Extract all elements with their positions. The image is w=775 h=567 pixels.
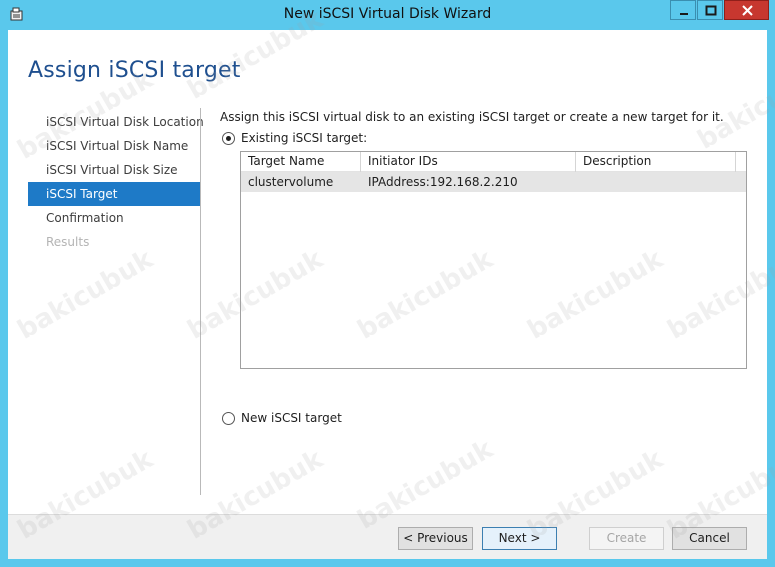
cell-description bbox=[576, 172, 736, 192]
new-target-option[interactable]: New iSCSI target bbox=[222, 411, 342, 425]
previous-button[interactable]: < Previous bbox=[398, 527, 473, 550]
create-button: Create bbox=[589, 527, 664, 550]
nav-step-target[interactable]: iSCSI Target bbox=[28, 182, 200, 206]
maximize-button[interactable] bbox=[697, 0, 723, 20]
nav-step-location[interactable]: iSCSI Virtual Disk Location bbox=[28, 110, 204, 134]
table-row[interactable]: clustervolume IPAddress:192.168.2.210 bbox=[241, 172, 746, 192]
column-initiator-ids[interactable]: Initiator IDs bbox=[361, 152, 576, 172]
nav-divider bbox=[200, 108, 201, 495]
wizard-window: New iSCSI Virtual Disk Wizard Assign iSC… bbox=[0, 0, 775, 567]
maximize-icon bbox=[705, 5, 717, 16]
existing-target-radio[interactable] bbox=[222, 131, 235, 145]
nav-step-size[interactable]: iSCSI Virtual Disk Size bbox=[28, 158, 200, 182]
close-button[interactable] bbox=[724, 0, 769, 20]
title-bar[interactable]: New iSCSI Virtual Disk Wizard bbox=[0, 0, 775, 30]
target-content: Assign this iSCSI virtual disk to an exi… bbox=[220, 110, 750, 425]
minimize-icon bbox=[680, 13, 688, 15]
next-button[interactable]: Next > bbox=[482, 527, 557, 550]
close-icon bbox=[742, 5, 753, 16]
nav-step-confirmation[interactable]: Confirmation bbox=[28, 206, 200, 230]
nav-step-name[interactable]: iSCSI Virtual Disk Name bbox=[28, 134, 200, 158]
existing-target-option[interactable]: Existing iSCSI target: bbox=[222, 131, 367, 145]
wizard-button-bar: < Previous Next > Create Cancel bbox=[8, 514, 767, 559]
nav-step-results: Results bbox=[46, 235, 90, 249]
intro-text: Assign this iSCSI virtual disk to an exi… bbox=[220, 110, 724, 124]
wizard-body: Assign iSCSI target iSCSI Virtual Disk L… bbox=[8, 30, 767, 559]
new-target-radio[interactable] bbox=[222, 411, 235, 425]
cancel-button[interactable]: Cancel bbox=[672, 527, 747, 550]
page-title: Assign iSCSI target bbox=[28, 58, 241, 83]
target-list[interactable]: Target Name Initiator IDs Description cl… bbox=[240, 151, 747, 369]
existing-target-label[interactable]: Existing iSCSI target: bbox=[241, 131, 367, 145]
column-description[interactable]: Description bbox=[576, 152, 736, 172]
target-list-header: Target Name Initiator IDs Description bbox=[241, 152, 746, 172]
cell-target-name: clustervolume bbox=[248, 175, 334, 189]
minimize-button[interactable] bbox=[670, 0, 696, 20]
new-target-label[interactable]: New iSCSI target bbox=[241, 411, 342, 425]
wizard-step-nav: iSCSI Virtual Disk Location iSCSI Virtua… bbox=[28, 110, 204, 254]
column-target-name[interactable]: Target Name bbox=[241, 152, 361, 172]
window-title: New iSCSI Virtual Disk Wizard bbox=[283, 6, 492, 22]
cell-initiator-ids: IPAddress:192.168.2.210 bbox=[368, 175, 518, 189]
